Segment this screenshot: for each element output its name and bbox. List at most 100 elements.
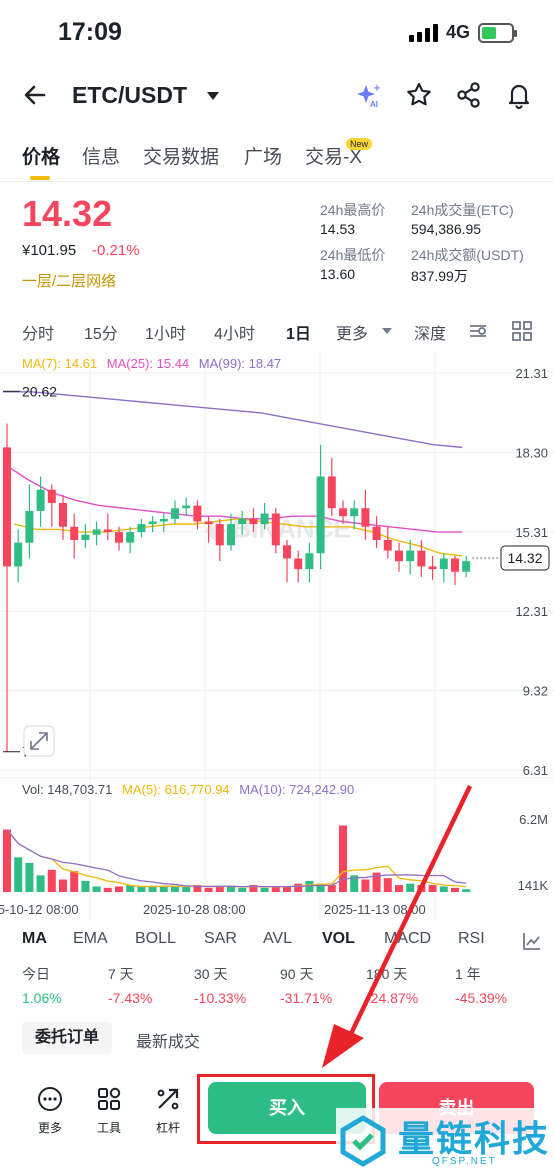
candle-body [417,550,426,567]
candle-body [59,502,67,527]
tools-tool[interactable]: 工具 [89,1086,129,1136]
volume-bar [59,879,67,892]
svg-text:AI: AI [370,100,378,109]
volume-bar [70,871,79,892]
volume-bar [227,886,235,892]
candle-body [103,529,112,533]
interval-1h[interactable]: 1小时 [145,320,186,344]
tab-info[interactable]: 信息 [82,142,120,169]
tab-trading-data[interactable]: 交易数据 [143,142,219,169]
main-tabs: 价格 信息 交易数据 广场 交易-X New [0,136,554,182]
vol-legend: Vol: 148,703.71 [22,782,113,797]
volume-bar [81,880,90,892]
interval-time[interactable]: 分时 [22,320,54,344]
pair-title[interactable]: ETC/USDT [72,82,187,109]
tab-latest-trades[interactable]: 最新成交 [136,1028,200,1052]
perf-label-1y: 1 年 [455,966,481,982]
indicator-boll[interactable]: BOLL [135,930,176,948]
interval-depth[interactable]: 深度 [414,320,446,344]
tools-grid-icon [98,1087,121,1110]
volume-value: 594,386.95 [411,221,482,237]
tab-open-orders[interactable]: 委托订单 [22,1022,112,1054]
candle-body [36,489,45,511]
volume-legend: Vol: 148,703.71 MA(5): 616,770.94 MA(10)… [22,782,360,797]
bell-icon[interactable] [504,80,534,110]
candle-body [25,510,34,543]
status-bar: 17:09 4G [0,0,554,68]
share-icon[interactable] [454,80,484,110]
candle-body [126,532,135,543]
interval-1d[interactable]: 1日 [286,320,311,344]
perf-value-180d: -24.87% [366,990,419,1006]
candle-body [81,534,90,541]
volume-bar [36,875,45,892]
perf-value-30d: -10.33% [194,990,247,1006]
volume-bar [47,869,56,892]
interval-more[interactable]: 更多 [336,320,368,344]
tab-price[interactable]: 价格 [22,142,60,169]
perf-label-90d: 90 天 [280,966,314,982]
volume-bar [3,829,11,892]
last-price: 14.32 [22,193,113,234]
network-tag[interactable]: 一层/二层网络 [22,270,116,291]
candle-body [439,558,448,570]
candle-body [350,508,359,517]
candle-body [260,513,269,525]
layout-grid-icon[interactable] [511,320,533,342]
turnover-value: 837.99万 [411,268,468,284]
volume-bar [361,879,370,892]
candle-body [204,521,213,525]
volume-bar [115,886,123,892]
interval-bar: 分时 15分 1小时 4小时 1日 更多 深度 [0,312,554,348]
perf-value-1y: -45.39% [455,990,508,1006]
ma25-legend: MA(25): 15.44 [106,356,190,371]
tab-square[interactable]: 广场 [244,142,282,169]
perf-value-7d: -7.43% [108,990,153,1006]
star-icon[interactable] [404,80,434,110]
y-tick-label: 12.31 [515,604,548,619]
kline-chart[interactable]: ◈ BINANCE 20.627.0021.3118.3015.3112.319… [0,350,554,920]
chart-settings-icon[interactable] [467,320,489,342]
indicator-ma[interactable]: MA [22,930,47,948]
candle-body [171,508,179,519]
indicator-sar[interactable]: SAR [204,930,237,948]
indicator-macd[interactable]: MACD [384,930,431,948]
pair-dropdown-icon[interactable] [207,92,219,100]
brand-logo-icon [340,1115,386,1167]
volume-bar [25,862,34,892]
indicator-vol[interactable]: VOL [322,930,355,948]
indicator-ema[interactable]: EMA [73,930,108,948]
leverage-tool[interactable]: 杠杆 [148,1086,188,1136]
interval-15m[interactable]: 15分 [84,320,118,344]
leverage-icon [157,1088,179,1110]
indicator-rsi[interactable]: RSI [458,930,485,948]
candle-body [406,550,415,562]
volume-bar [159,886,168,892]
perf-value-today: 1.06% [22,990,62,1006]
ma7-legend: MA(7): 14.61 [22,356,98,371]
signal-icon [408,23,438,42]
tools-tool-label: 工具 [96,1121,121,1135]
indicator-avl[interactable]: AVL [263,930,292,948]
volume-tick-label: 141K [518,878,549,893]
volume-bar [294,883,303,892]
volume-bar [182,886,191,892]
more-tool-label: 更多 [37,1121,62,1135]
candle-body [47,489,56,503]
vol-ma10-legend: MA(10): 724,242.90 [239,782,355,797]
volume-bar [238,887,247,892]
brand-watermark: 量链科技 QFSP.NET [336,1108,554,1173]
more-tool[interactable]: 更多 [30,1086,70,1136]
y-tick-label: 18.30 [515,446,548,461]
candle-body [305,553,314,570]
indicator-settings-icon[interactable] [521,930,543,952]
ai-sparkle-icon[interactable]: AI [354,80,384,110]
back-arrow-icon[interactable] [20,80,50,110]
candle-body [361,508,370,527]
candle-body [395,550,403,562]
more-dropdown-icon[interactable] [381,326,393,336]
volume-bar [428,885,437,892]
network-type: 4G [445,22,470,42]
interval-4h[interactable]: 4小时 [214,320,255,344]
volume-bar [215,886,224,892]
